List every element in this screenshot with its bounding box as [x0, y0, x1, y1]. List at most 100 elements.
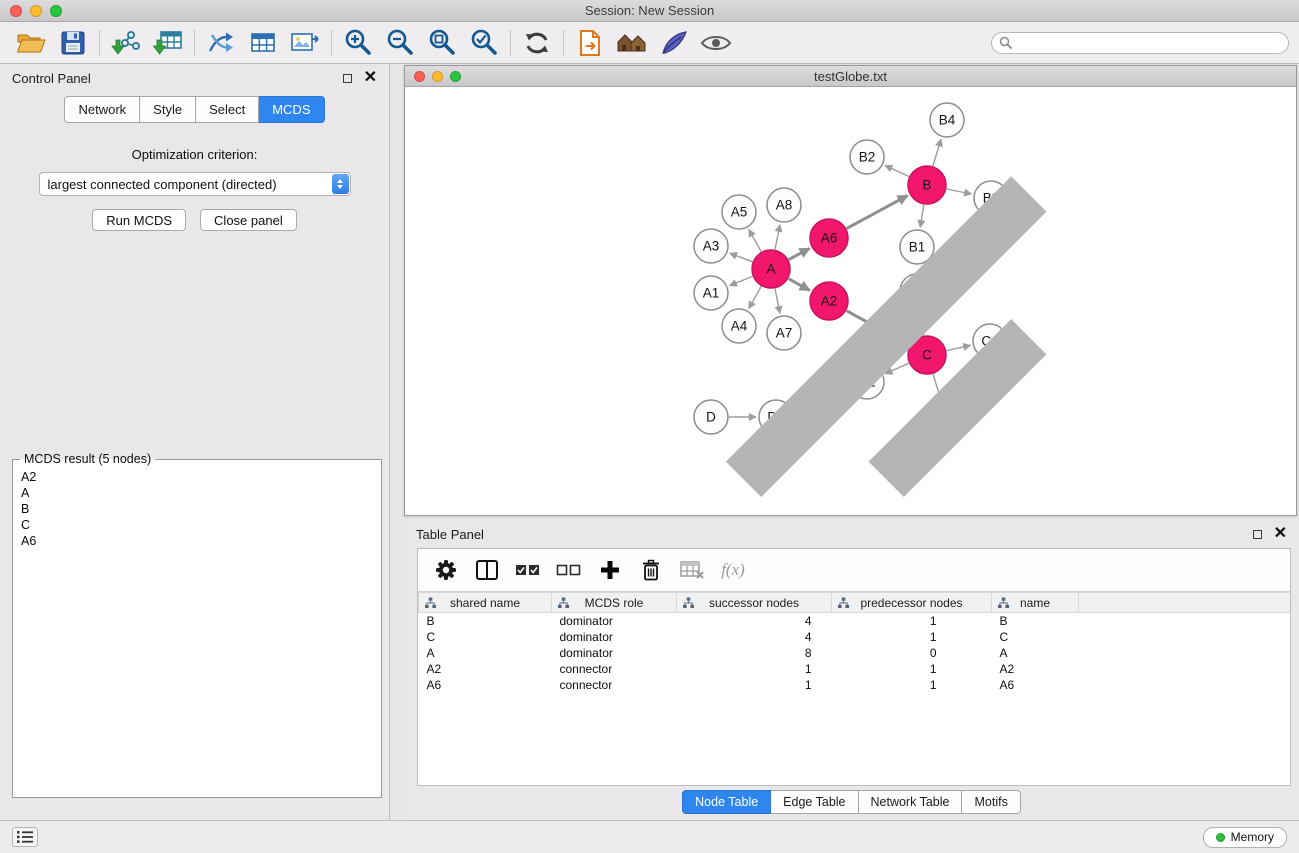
- new-network-icon: [206, 29, 236, 57]
- table-body: Bdominator41BCdominator41CAdominator80AA…: [419, 613, 1291, 693]
- zoom-selected-button[interactable]: [463, 25, 505, 61]
- toolbar-separator: [510, 30, 511, 56]
- control-tab-mcds[interactable]: MCDS: [259, 96, 324, 123]
- minimize-window-button[interactable]: [30, 5, 42, 17]
- show-hide-button[interactable]: [695, 25, 737, 61]
- table-tab-network-table[interactable]: Network Table: [859, 790, 963, 814]
- table-panel-header: Table Panel ✕: [404, 520, 1299, 548]
- zoom-fit-button[interactable]: [421, 25, 463, 61]
- table-row[interactable]: Adominator80A: [419, 645, 1291, 661]
- network-window-titlebar[interactable]: testGlobe.txt: [405, 66, 1296, 87]
- application-window: Session: New Session: [0, 0, 1299, 853]
- close-table-panel-icon[interactable]: ✕: [1274, 529, 1287, 539]
- network-window-controls: [414, 71, 461, 82]
- zoom-fit-icon: [427, 28, 457, 58]
- column-header-predecessor-nodes[interactable]: predecessor nodes: [832, 593, 992, 613]
- export-image-icon: [290, 30, 320, 56]
- network-close-button[interactable]: [414, 71, 425, 82]
- brush-feather-icon: [660, 30, 688, 56]
- close-window-button[interactable]: [10, 5, 22, 17]
- function-builder-button[interactable]: f(x): [719, 560, 747, 580]
- table-toolbar: f(x): [418, 549, 1290, 591]
- table-tabs: Node TableEdge TableNetwork TableMotifs: [404, 790, 1299, 814]
- column-header-shared-name[interactable]: shared name: [419, 593, 552, 613]
- run-mcds-button[interactable]: Run MCDS: [92, 209, 186, 231]
- checked-boxes-icon: [515, 560, 541, 580]
- trash-icon: [639, 558, 663, 582]
- fx-label: f(x): [721, 560, 745, 580]
- table-row[interactable]: Bdominator41B: [419, 613, 1291, 629]
- toolbar-separator: [194, 30, 195, 56]
- network-canvas[interactable]: B4B2BB3A5A8A6B1A3AC2A1A2A4A7C1CC4C3DD1: [405, 87, 1296, 515]
- new-network-button[interactable]: [200, 25, 242, 61]
- search-field: [991, 32, 1289, 54]
- task-history-button[interactable]: [12, 827, 38, 847]
- open-recent-button[interactable]: [569, 25, 611, 61]
- close-panel-icon[interactable]: ✕: [364, 73, 377, 83]
- home-button[interactable]: [611, 25, 653, 61]
- table-panel-body: f(x) shared nameMCDS rolesuccessor nodes…: [417, 548, 1291, 786]
- resize-grip-icon[interactable]: [405, 87, 1296, 515]
- close-panel-button[interactable]: Close panel: [200, 209, 297, 231]
- mcds-result-item[interactable]: B: [19, 501, 375, 517]
- control-tab-select[interactable]: Select: [196, 96, 259, 123]
- mcds-result-item[interactable]: A: [19, 485, 375, 501]
- table-settings-button[interactable]: [432, 558, 460, 582]
- table-row[interactable]: A6connector11A6: [419, 677, 1291, 693]
- control-tab-style[interactable]: Style: [140, 96, 196, 123]
- create-column-button[interactable]: [596, 559, 624, 581]
- table-panel: Table Panel ✕: [404, 520, 1299, 820]
- refresh-icon: [523, 30, 551, 56]
- attribute-type-icon: [838, 597, 849, 612]
- mcds-result-list: A2ABCA6: [19, 469, 375, 549]
- mcds-result-item[interactable]: A2: [19, 469, 375, 485]
- network-minimize-button[interactable]: [432, 71, 443, 82]
- style-button[interactable]: [653, 25, 695, 61]
- delete-table-button[interactable]: [678, 559, 706, 581]
- open-session-button[interactable]: [10, 25, 52, 61]
- column-header-MCDS-role[interactable]: MCDS role: [552, 593, 677, 613]
- export-image-button[interactable]: [284, 25, 326, 61]
- control-tab-network[interactable]: Network: [64, 96, 140, 123]
- memory-button[interactable]: Memory: [1203, 827, 1287, 848]
- table-row[interactable]: Cdominator41C: [419, 629, 1291, 645]
- zoom-out-button[interactable]: [379, 25, 421, 61]
- refresh-button[interactable]: [516, 25, 558, 61]
- float-table-panel-icon[interactable]: [1253, 530, 1262, 539]
- search-input[interactable]: [991, 32, 1289, 54]
- network-window-title: testGlobe.txt: [814, 69, 887, 84]
- delete-columns-button[interactable]: [637, 558, 665, 582]
- select-all-button[interactable]: [514, 560, 542, 580]
- table-tab-edge-table[interactable]: Edge Table: [771, 790, 858, 814]
- plus-icon: [599, 559, 621, 581]
- import-network-button[interactable]: [105, 25, 147, 61]
- network-zoom-button[interactable]: [450, 71, 461, 82]
- deselect-all-button[interactable]: [555, 560, 583, 580]
- mcds-result-title: MCDS result (5 nodes): [20, 452, 155, 466]
- zoom-window-button[interactable]: [50, 5, 62, 17]
- show-columns-button[interactable]: [473, 558, 501, 582]
- save-session-button[interactable]: [52, 25, 94, 61]
- toolbar-separator: [331, 30, 332, 56]
- mcds-result-item[interactable]: A6: [19, 533, 375, 549]
- float-panel-icon[interactable]: [343, 74, 352, 83]
- import-table-button[interactable]: [147, 25, 189, 61]
- optimization-criterion-dropdown[interactable]: largest connected component (directed): [39, 172, 351, 196]
- column-header-name[interactable]: name: [992, 593, 1079, 613]
- table-tab-motifs[interactable]: Motifs: [962, 790, 1020, 814]
- toolbar-separator: [99, 30, 100, 56]
- table-panel-title: Table Panel: [416, 527, 484, 542]
- session-title: Session: New Session: [585, 3, 714, 18]
- control-panel-tabs: NetworkStyleSelectMCDS: [0, 96, 389, 123]
- column-header-successor-nodes[interactable]: successor nodes: [677, 593, 832, 613]
- table-row[interactable]: A2connector11A2: [419, 661, 1291, 677]
- table-header-row: shared nameMCDS rolesuccessor nodesprede…: [419, 593, 1291, 613]
- import-table-icon: [153, 29, 183, 57]
- zoom-in-button[interactable]: [337, 25, 379, 61]
- table-tab-node-table[interactable]: Node Table: [682, 790, 771, 814]
- new-table-icon: [249, 30, 277, 56]
- new-table-button[interactable]: [242, 25, 284, 61]
- mcds-result-item[interactable]: C: [19, 517, 375, 533]
- gear-icon: [434, 558, 458, 582]
- attribute-type-icon: [998, 597, 1009, 612]
